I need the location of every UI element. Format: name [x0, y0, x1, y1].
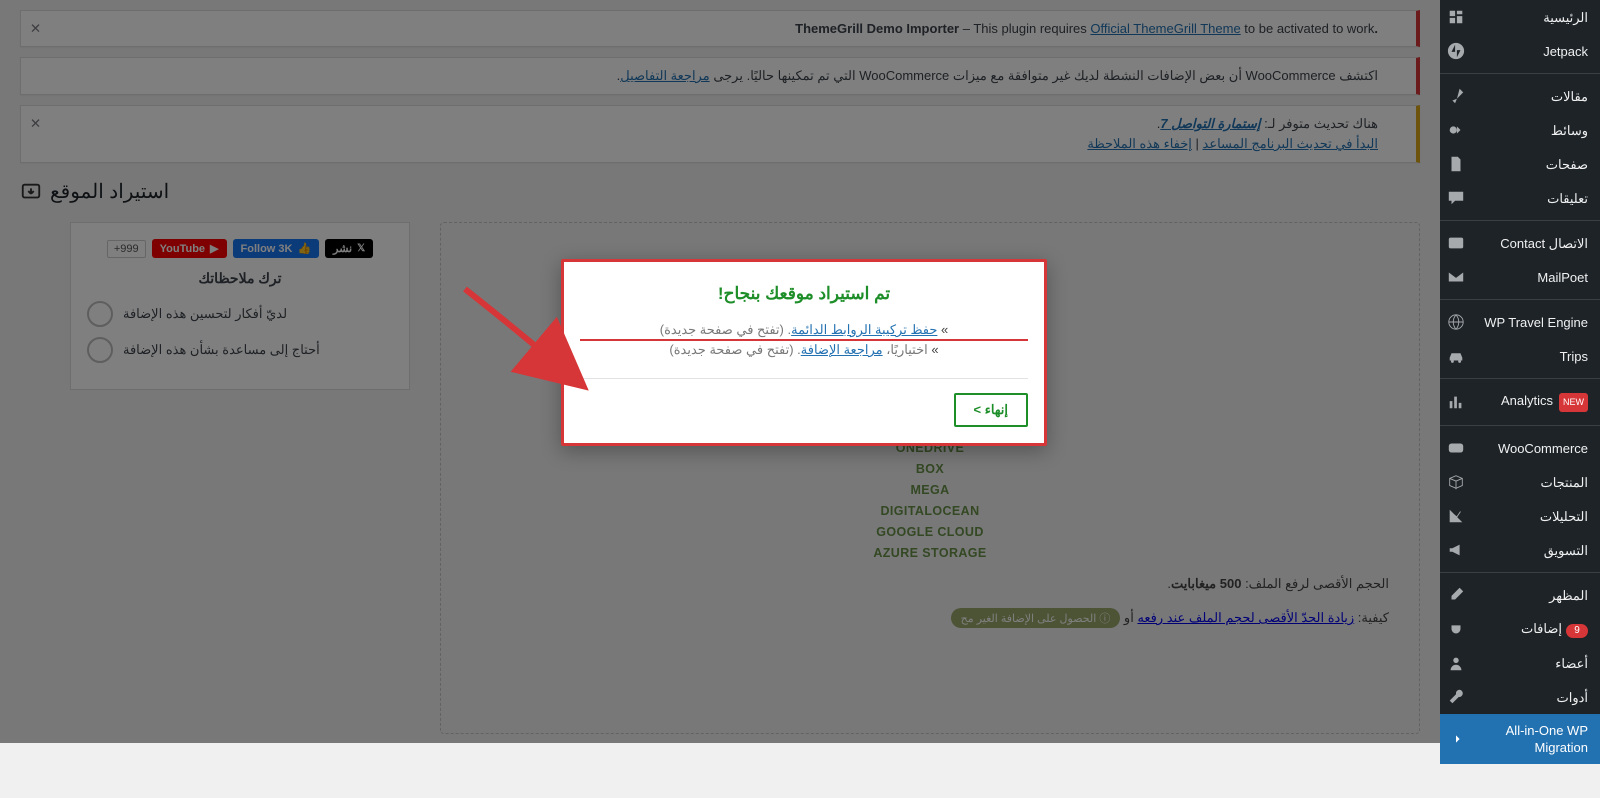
dashboard-icon — [1446, 8, 1466, 26]
plug-icon — [1446, 620, 1466, 638]
wrench-icon — [1446, 688, 1466, 706]
new-badge: NEW — [1559, 393, 1588, 412]
import-success-modal: تم استيراد موقعك بنجاح! » حفظ تركيبة الر… — [561, 259, 1047, 446]
car-icon — [1446, 347, 1466, 365]
sidebar-item-all-in-one-wp-migration[interactable]: All-in-One WP Migration — [1440, 714, 1600, 764]
sidebar-item-الرئيسية[interactable]: الرئيسية — [1440, 0, 1600, 34]
user-icon — [1446, 654, 1466, 672]
update-badge: 9 — [1566, 624, 1588, 638]
contact-icon — [1446, 234, 1466, 252]
sidebar-item-صفحات[interactable]: صفحات — [1440, 147, 1600, 181]
brush-icon — [1446, 586, 1466, 604]
sidebar-item-الاتصال-contact[interactable]: الاتصال Contact — [1440, 226, 1600, 260]
page-icon — [1446, 155, 1466, 173]
sidebar-item-wp-travel-engine[interactable]: WP Travel Engine — [1440, 305, 1600, 339]
sidebar-item-trips[interactable]: Trips — [1440, 339, 1600, 373]
sidebar-item-أدوات[interactable]: أدوات — [1440, 680, 1600, 714]
sidebar-item-mailpoet[interactable]: MailPoet — [1440, 260, 1600, 294]
blank-icon — [1446, 772, 1466, 790]
jetpack-icon — [1446, 42, 1466, 60]
sidebar-item-analytics[interactable]: NEWAnalytics — [1440, 384, 1600, 420]
modal-line-review: » اختياريًا، مراجعة الإضافة. (تفتح في صف… — [580, 342, 1028, 358]
mail-icon — [1446, 268, 1466, 286]
sidebar-item-woocommerce[interactable]: WooCommerce — [1440, 431, 1600, 465]
sidebar-item-jetpack[interactable]: Jetpack — [1440, 34, 1600, 68]
media-icon — [1446, 121, 1466, 139]
comment-icon — [1446, 189, 1466, 207]
sidebar-item-المنتجات[interactable]: المنتجات — [1440, 465, 1600, 499]
sidebar-item-المظهر[interactable]: المظهر — [1440, 578, 1600, 612]
finish-button[interactable]: إنهاء > — [954, 393, 1029, 427]
megaphone-icon — [1446, 541, 1466, 559]
sidebar-item-مقالات[interactable]: مقالات — [1440, 79, 1600, 113]
save-permalinks-link[interactable]: حفظ تركيبة الروابط الدائمة — [791, 322, 937, 337]
modal-title: تم استيراد موقعك بنجاح! — [580, 284, 1028, 304]
pin-icon — [1446, 87, 1466, 105]
sidebar-item-تصدير[interactable]: تصدير — [1440, 764, 1600, 798]
box-icon — [1446, 473, 1466, 491]
woo-icon — [1446, 439, 1466, 457]
admin-sidebar: الرئيسيةJetpack مقالاتوسائطصفحاتتعليقات ال… — [1440, 0, 1600, 743]
sidebar-item-إضافات[interactable]: 9إضافات — [1440, 612, 1600, 646]
chart-icon — [1446, 507, 1466, 525]
sidebar-item-تعليقات[interactable]: تعليقات — [1440, 181, 1600, 215]
sidebar-item-التحليلات[interactable]: التحليلات — [1440, 499, 1600, 533]
analytics-icon — [1446, 393, 1466, 411]
modal-line-permalinks: » حفظ تركيبة الروابط الدائمة. (تفتح في ص… — [580, 322, 1028, 338]
sidebar-item-التسويق[interactable]: التسويق — [1440, 533, 1600, 567]
migrate-icon — [1446, 730, 1466, 748]
globe-icon — [1446, 313, 1466, 331]
sidebar-item-وسائط[interactable]: وسائط — [1440, 113, 1600, 147]
review-plugin-link[interactable]: مراجعة الإضافة — [801, 342, 883, 357]
sidebar-item-أعضاء[interactable]: أعضاء — [1440, 646, 1600, 680]
